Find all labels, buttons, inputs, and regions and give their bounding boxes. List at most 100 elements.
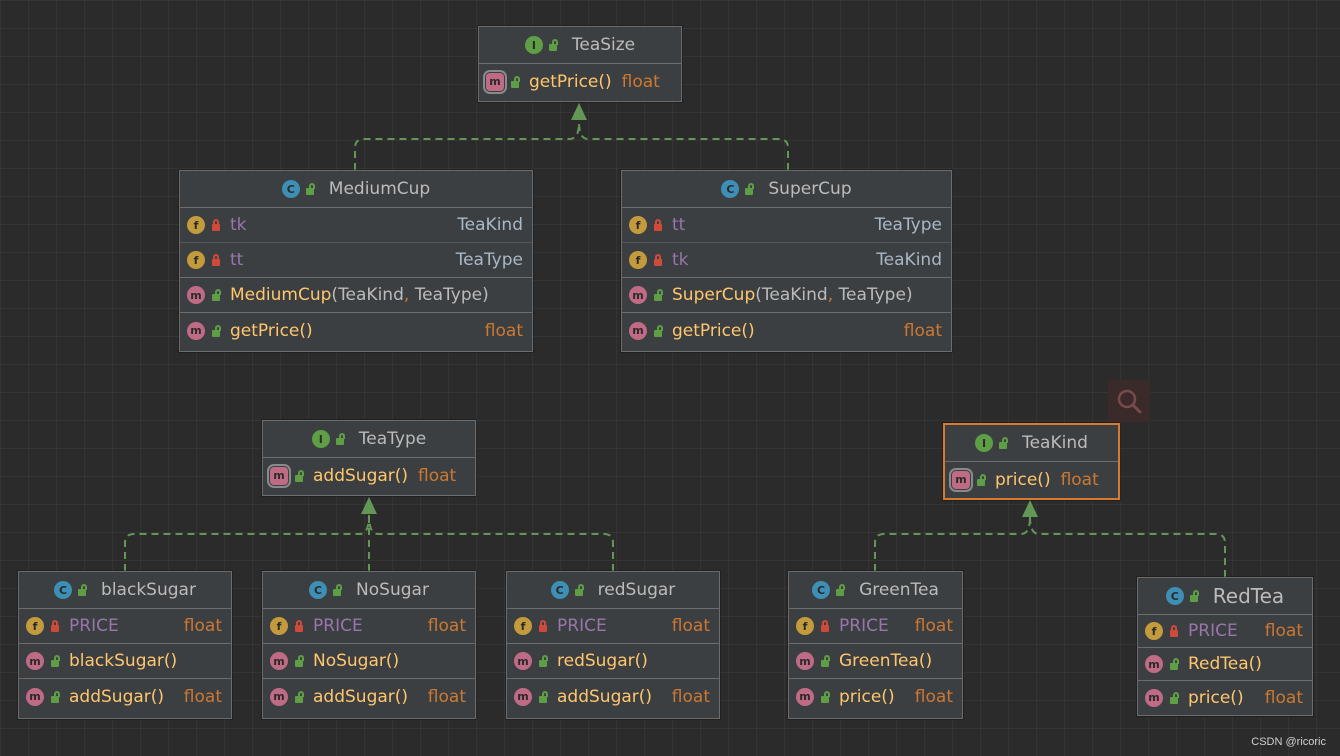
constructor-row[interactable]: m redSugar() bbox=[507, 644, 719, 679]
node-title: NoSugar bbox=[356, 580, 429, 600]
field-name: tk bbox=[672, 250, 689, 270]
method-row[interactable]: m price() float bbox=[789, 679, 962, 714]
node-header[interactable]: I TeaType bbox=[263, 421, 475, 458]
node-header[interactable]: I TeaKind bbox=[945, 425, 1118, 462]
field-row[interactable]: f tk TeaKind bbox=[180, 208, 532, 243]
class-node-redtea[interactable]: C RedTea f PRICE float m RedTea() m pric… bbox=[1137, 577, 1313, 716]
constructor-row[interactable]: m SuperCup (TeaKind, TeaType) bbox=[622, 278, 951, 313]
field-type: float bbox=[671, 616, 710, 636]
method-row[interactable]: m addSugar() float bbox=[263, 679, 475, 714]
constructor-name: blackSugar() bbox=[69, 651, 178, 671]
field-type: TeaType bbox=[455, 250, 523, 270]
class-node-teakind[interactable]: I TeaKind m price() float bbox=[943, 423, 1120, 500]
private-lock-icon bbox=[820, 620, 830, 632]
public-lock-icon bbox=[820, 655, 830, 667]
public-lock-icon bbox=[998, 437, 1009, 449]
method-icon: m bbox=[26, 652, 44, 670]
return-type: float bbox=[671, 686, 710, 707]
field-row[interactable]: f PRICE float bbox=[1138, 615, 1312, 648]
node-header[interactable]: C blackSugar bbox=[19, 572, 231, 609]
node-title: MediumCup bbox=[328, 179, 431, 199]
public-lock-icon bbox=[294, 655, 304, 667]
method-icon: m bbox=[514, 687, 532, 706]
arg-type: TeaType bbox=[414, 285, 483, 305]
method-name: addSugar() bbox=[69, 686, 165, 707]
edge-greentea-teakind bbox=[874, 516, 1031, 571]
public-lock-icon bbox=[538, 690, 548, 703]
method-name: getPrice() bbox=[230, 320, 313, 341]
method-row[interactable]: m price() float bbox=[1138, 681, 1312, 714]
public-lock-icon bbox=[538, 655, 548, 667]
zoom-magnifier-button[interactable] bbox=[1108, 380, 1150, 422]
class-icon: C bbox=[1165, 587, 1184, 605]
node-header[interactable]: C RedTea bbox=[1138, 578, 1312, 615]
field-name: PRICE bbox=[69, 616, 119, 636]
interface-icon: I bbox=[975, 434, 994, 452]
constructor-row[interactable]: m NoSugar() bbox=[263, 644, 475, 679]
edge-redsugar-teatype bbox=[368, 514, 614, 571]
method-icon: m bbox=[514, 652, 532, 670]
field-row[interactable]: f tt TeaType bbox=[180, 243, 532, 278]
method-row[interactable]: m getPrice() float bbox=[180, 313, 532, 348]
node-header[interactable]: I TeaSize bbox=[479, 27, 681, 64]
public-lock-icon bbox=[574, 584, 584, 596]
method-icon: m bbox=[26, 687, 44, 706]
node-title: redSugar bbox=[597, 580, 676, 600]
constructor-name: NoSugar() bbox=[313, 651, 400, 671]
return-type: float bbox=[621, 71, 660, 92]
field-row[interactable]: f tk TeaKind bbox=[622, 243, 951, 278]
method-row[interactable]: m getPrice() float bbox=[479, 64, 681, 99]
field-name: tt bbox=[672, 215, 686, 235]
class-node-supercup[interactable]: C SuperCup f tt TeaType f tk TeaKind m S… bbox=[621, 170, 952, 352]
arg-separator: , bbox=[827, 285, 834, 305]
method-name: addSugar() bbox=[313, 686, 409, 707]
constructor-row[interactable]: m GreenTea() bbox=[789, 644, 962, 679]
field-type: float bbox=[427, 616, 466, 636]
node-header[interactable]: C redSugar bbox=[507, 572, 719, 609]
node-title: TeaSize bbox=[571, 35, 636, 55]
node-header[interactable]: C NoSugar bbox=[263, 572, 475, 609]
method-row[interactable]: m addSugar() float bbox=[507, 679, 719, 714]
field-icon: f bbox=[629, 251, 647, 269]
public-lock-icon bbox=[1169, 658, 1179, 670]
class-node-teasize[interactable]: I TeaSize m getPrice() float bbox=[478, 26, 682, 102]
field-row[interactable]: f PRICE float bbox=[263, 609, 475, 644]
field-row[interactable]: f PRICE float bbox=[789, 609, 962, 644]
public-lock-icon bbox=[50, 690, 60, 703]
public-lock-icon bbox=[294, 469, 304, 482]
field-row[interactable]: f PRICE float bbox=[19, 609, 231, 644]
public-lock-icon bbox=[653, 324, 663, 337]
watermark: CSDN @ricoric bbox=[1251, 736, 1326, 748]
public-lock-icon bbox=[294, 690, 304, 703]
node-header[interactable]: C MediumCup bbox=[180, 171, 532, 208]
class-node-greentea[interactable]: C GreenTea f PRICE float m GreenTea() m … bbox=[788, 571, 963, 719]
edge-arrowhead-teakind bbox=[1022, 500, 1038, 517]
class-node-redsugar[interactable]: C redSugar f PRICE float m redSugar() m … bbox=[506, 571, 720, 719]
class-node-nosugar[interactable]: C NoSugar f PRICE float m NoSugar() m ad… bbox=[262, 571, 476, 719]
method-icon: m bbox=[187, 286, 205, 304]
field-name: tt bbox=[230, 250, 244, 270]
method-row[interactable]: m addSugar() float bbox=[19, 679, 231, 714]
public-lock-icon bbox=[1169, 691, 1179, 704]
field-type: TeaKind bbox=[876, 250, 942, 270]
class-icon: C bbox=[721, 180, 740, 198]
node-header[interactable]: C SuperCup bbox=[622, 171, 951, 208]
public-lock-icon bbox=[653, 289, 663, 301]
constructor-row[interactable]: m RedTea() bbox=[1138, 648, 1312, 681]
method-name: price() bbox=[1188, 687, 1244, 708]
constructor-row[interactable]: m blackSugar() bbox=[19, 644, 231, 679]
class-node-teatype[interactable]: I TeaType m addSugar() float bbox=[262, 420, 476, 496]
class-node-blacksugar[interactable]: C blackSugar f PRICE float m blackSugar(… bbox=[18, 571, 232, 719]
method-row[interactable]: m addSugar() float bbox=[263, 458, 475, 493]
field-icon: f bbox=[187, 216, 205, 234]
field-row[interactable]: f tt TeaType bbox=[622, 208, 951, 243]
method-row[interactable]: m price() float bbox=[945, 462, 1118, 497]
class-node-mediumcup[interactable]: C MediumCup f tk TeaKind f tt TeaType m … bbox=[179, 170, 533, 352]
method-name: getPrice() bbox=[672, 320, 755, 341]
method-row[interactable]: m getPrice() float bbox=[622, 313, 951, 348]
abstract-method-icon: m bbox=[483, 69, 507, 94]
field-row[interactable]: f PRICE float bbox=[507, 609, 719, 644]
constructor-row[interactable]: m MediumCup (TeaKind, TeaType) bbox=[180, 278, 532, 313]
field-name: PRICE bbox=[557, 616, 607, 636]
node-header[interactable]: C GreenTea bbox=[789, 572, 962, 609]
